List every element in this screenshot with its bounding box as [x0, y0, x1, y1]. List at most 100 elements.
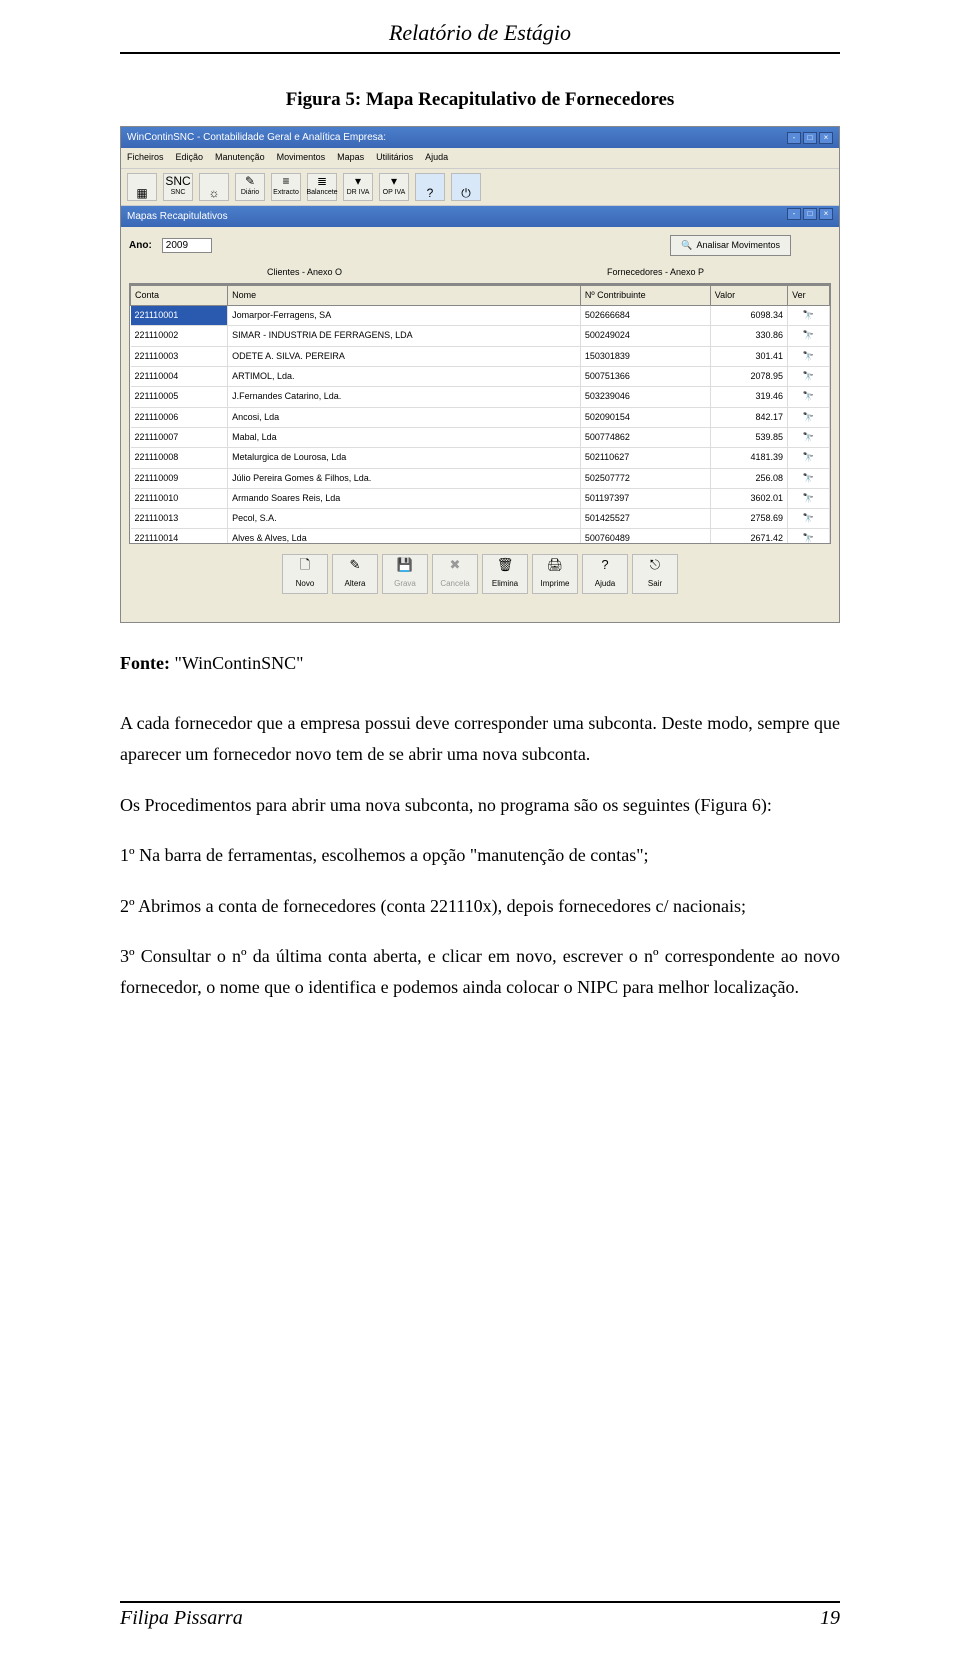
column-header[interactable]: Conta — [131, 285, 228, 305]
table-row[interactable]: 221110002SIMAR - INDUSTRIA DE FERRAGENS,… — [131, 326, 830, 346]
menu-item[interactable]: Manutenção — [215, 150, 265, 165]
app-title: WinContinSNC - Contabilidade Geral e Ana… — [127, 129, 386, 146]
menu-item[interactable]: Ficheiros — [127, 150, 164, 165]
button-icon: ✎ — [350, 554, 361, 576]
menu-item[interactable]: Ajuda — [425, 150, 448, 165]
search-icon: 🔍 — [681, 240, 692, 251]
toolbar-button[interactable]: ≡Extracto — [271, 173, 301, 201]
fonte-label: Fonte: — [120, 653, 170, 673]
toolbar-button[interactable]: ☼ — [199, 173, 229, 201]
fonte-value: "WinContinSNC" — [174, 653, 303, 673]
binoculars-icon[interactable]: 🔭 — [788, 346, 830, 366]
button-icon: 🖨 — [547, 554, 564, 576]
binoculars-icon[interactable]: 🔭 — [788, 427, 830, 447]
toolbar-button[interactable]: ▾OP IVA — [379, 173, 409, 201]
menubar: Ficheiros Edição Manutenção Movimentos Mapas… — [121, 148, 839, 168]
menu-item[interactable]: Mapas — [337, 150, 364, 165]
table-row[interactable]: 221110006Ancosi, Lda502090154842.17🔭 — [131, 407, 830, 427]
binoculars-icon[interactable]: 🔭 — [788, 367, 830, 387]
table-row[interactable]: 221110003ODETE A. SILVA. PEREIRA15030183… — [131, 346, 830, 366]
cell-nif: 501425527 — [580, 509, 710, 529]
toolbar-button[interactable]: ≣Balancete — [307, 173, 337, 201]
table-row[interactable]: 221110004ARTIMOL, Lda.5007513662078.95🔭 — [131, 367, 830, 387]
binoculars-icon[interactable]: 🔭 — [788, 468, 830, 488]
button-label: Ajuda — [595, 577, 615, 591]
button-icon: 🗑 — [497, 554, 514, 576]
table-row[interactable]: 221110009Júlio Pereira Gomes & Filhos, L… — [131, 468, 830, 488]
ajuda-button[interactable]: ?Ajuda — [582, 554, 628, 594]
toolbar-label: Balancete — [306, 187, 337, 199]
sub-minimize-button[interactable]: - — [787, 208, 801, 220]
sub-close-button[interactable]: × — [819, 208, 833, 220]
year-input[interactable] — [162, 238, 212, 253]
button-label: Cancela — [440, 577, 469, 591]
year-row: Ano: 🔍 Analisar Movimentos — [129, 235, 831, 256]
column-header[interactable]: Nome — [228, 285, 581, 305]
cell-valor: 319.46 — [710, 387, 787, 407]
minimize-button[interactable]: - — [787, 132, 801, 144]
paragraph-2: Os Procedimentos para abrir uma nova sub… — [120, 790, 840, 821]
maximize-button[interactable]: □ — [803, 132, 817, 144]
cell-conta: 221110013 — [131, 509, 228, 529]
menu-item[interactable]: Edição — [176, 150, 204, 165]
cell-nif: 150301839 — [580, 346, 710, 366]
button-label: Sair — [648, 577, 662, 591]
altera-button[interactable]: ✎Altera — [332, 554, 378, 594]
analisar-button[interactable]: 🔍 Analisar Movimentos — [670, 235, 791, 256]
table-row[interactable]: 221110014Alves & Alves, Lda5007604892671… — [131, 529, 830, 544]
toolbar-button[interactable]: ⏻ — [451, 173, 481, 201]
binoculars-icon[interactable]: 🔭 — [788, 529, 830, 544]
toolbar-label: SNC — [171, 187, 186, 199]
sub-maximize-button[interactable]: □ — [803, 208, 817, 220]
toolbar-button[interactable]: ▾DR IVA — [343, 173, 373, 201]
footer-author: Filipa Pissarra — [120, 1607, 243, 1630]
elimina-button[interactable]: 🗑Elimina — [482, 554, 528, 594]
toolbar-button[interactable]: ? — [415, 173, 445, 201]
button-icon: 🗋 — [300, 554, 310, 576]
cell-conta: 221110004 — [131, 367, 228, 387]
menu-item[interactable]: Movimentos — [277, 150, 326, 165]
binoculars-icon[interactable]: 🔭 — [788, 306, 830, 326]
column-header[interactable]: Ver — [788, 285, 830, 305]
table-row[interactable]: 221110005J.Fernandes Catarino, Lda.50323… — [131, 387, 830, 407]
table-row[interactable]: 221110001Jomarpor-Ferragens, SA502666684… — [131, 306, 830, 326]
cell-nome: Armando Soares Reis, Lda — [228, 488, 581, 508]
toolbar-icon: ⏻ — [461, 187, 471, 199]
table-row[interactable]: 221110007Mabal, Lda500774862539.85🔭 — [131, 427, 830, 447]
button-label: Imprime — [541, 577, 570, 591]
cell-nome: Jomarpor-Ferragens, SA — [228, 306, 581, 326]
toolbar-icon: SNC — [165, 175, 190, 187]
cell-nome: Ancosi, Lda — [228, 407, 581, 427]
toolbar-button[interactable]: ▦ — [127, 173, 157, 201]
cell-nome: Metalurgica de Lourosa, Lda — [228, 448, 581, 468]
cell-nome: Mabal, Lda — [228, 427, 581, 447]
table-row[interactable]: 221110010Armando Soares Reis, Lda5011973… — [131, 488, 830, 508]
sair-button[interactable]: ⎋Sair — [632, 554, 678, 594]
cell-conta: 221110008 — [131, 448, 228, 468]
tab-fornecedores[interactable]: Fornecedores - Anexo P — [480, 262, 831, 283]
binoculars-icon[interactable]: 🔭 — [788, 387, 830, 407]
imprime-button[interactable]: 🖨Imprime — [532, 554, 578, 594]
column-header[interactable]: Nº Contribuinte — [580, 285, 710, 305]
cell-valor: 539.85 — [710, 427, 787, 447]
toolbar-button[interactable]: ✎Diário — [235, 173, 265, 201]
cell-conta: 221110014 — [131, 529, 228, 544]
tab-clientes[interactable]: Clientes - Anexo O — [129, 262, 480, 283]
binoculars-icon[interactable]: 🔭 — [788, 326, 830, 346]
toolbar-icon: ▾ — [391, 175, 397, 187]
binoculars-icon[interactable]: 🔭 — [788, 488, 830, 508]
binoculars-icon[interactable]: 🔭 — [788, 407, 830, 427]
toolbar-button[interactable]: SNCSNC — [163, 173, 193, 201]
toolbar-icon: ☼ — [209, 187, 220, 199]
button-label: Novo — [296, 577, 315, 591]
table-row[interactable]: 221110008Metalurgica de Lourosa, Lda5021… — [131, 448, 830, 468]
cell-conta: 221110010 — [131, 488, 228, 508]
table-row[interactable]: 221110013Pecol, S.A.5014255272758.69🔭 — [131, 509, 830, 529]
menu-item[interactable]: Utilitários — [376, 150, 413, 165]
binoculars-icon[interactable]: 🔭 — [788, 448, 830, 468]
binoculars-icon[interactable]: 🔭 — [788, 509, 830, 529]
figure-caption: Figura 5: Mapa Recapitulativo de Fornece… — [120, 84, 840, 116]
close-button[interactable]: × — [819, 132, 833, 144]
novo-button[interactable]: 🗋Novo — [282, 554, 328, 594]
column-header[interactable]: Valor — [710, 285, 787, 305]
